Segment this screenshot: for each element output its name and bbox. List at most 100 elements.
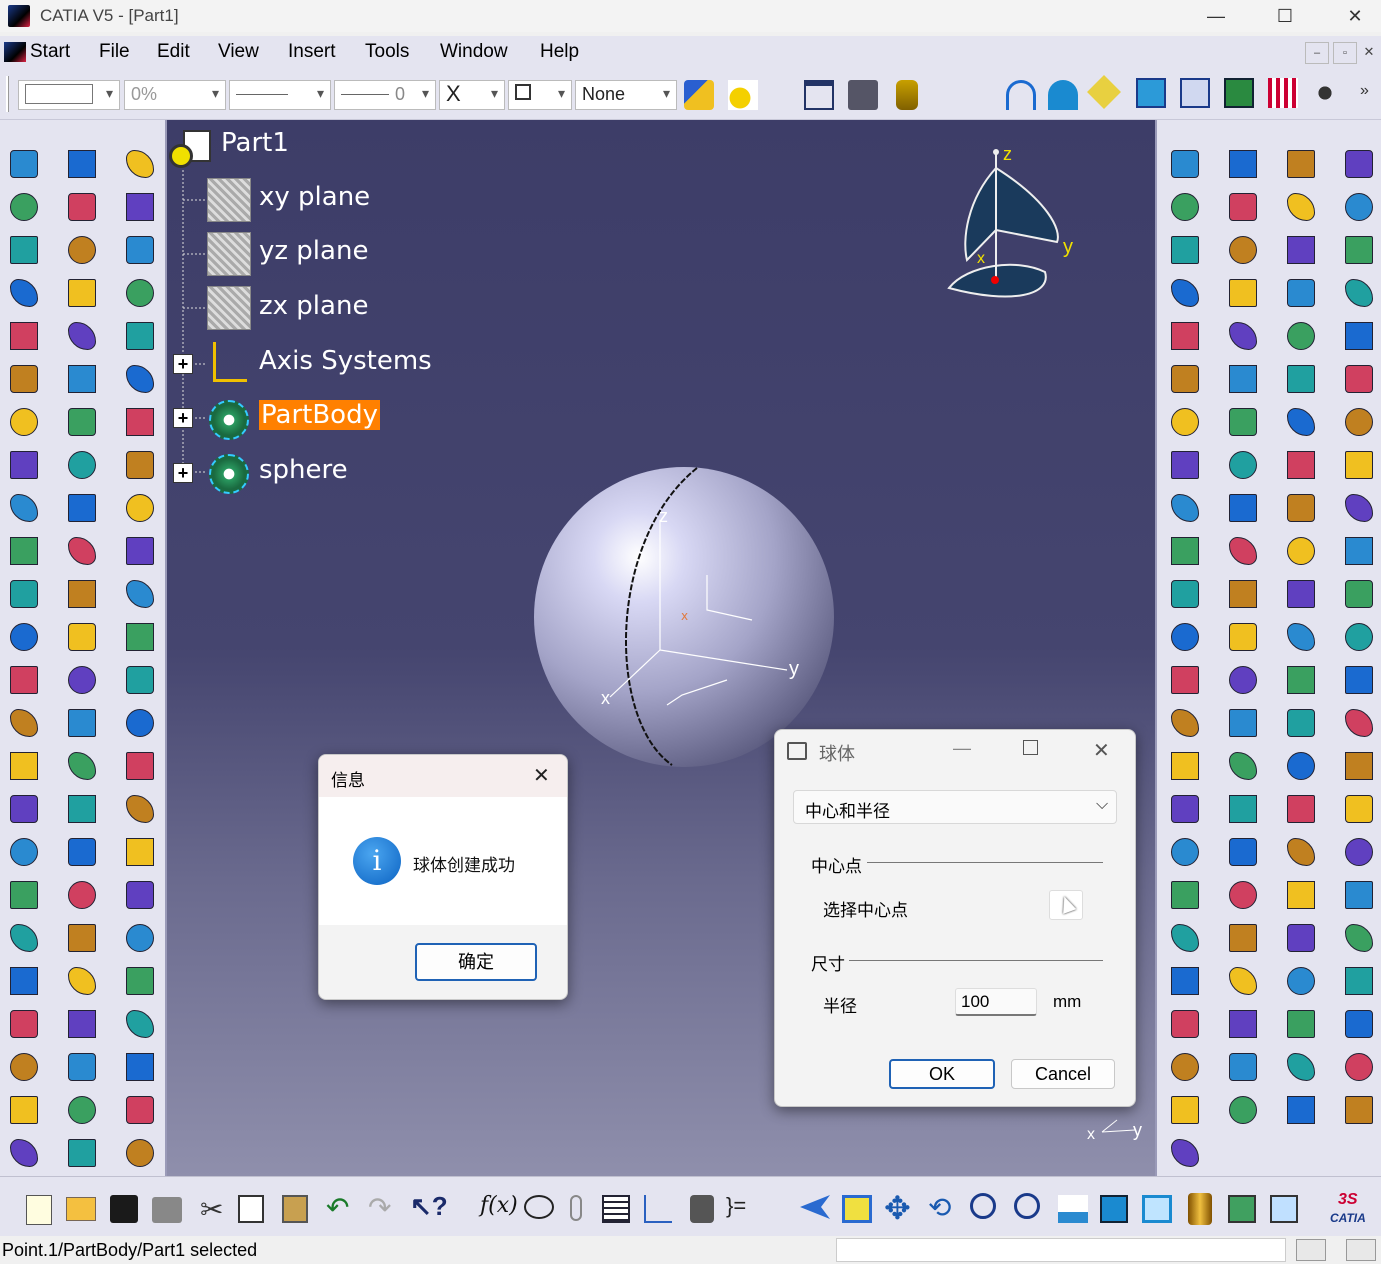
cut-icon[interactable]: ✂ — [200, 1193, 223, 1226]
left-tool-icon[interactable] — [10, 580, 38, 608]
menu-help[interactable]: Help — [540, 41, 579, 63]
menu-insert[interactable]: Insert — [288, 41, 336, 63]
right-tool-icon[interactable] — [1229, 623, 1257, 651]
right-tool-icon[interactable] — [1229, 1096, 1257, 1124]
swap-visible-icon[interactable] — [1270, 1195, 1298, 1223]
line-type-combo[interactable]: ▾ — [229, 80, 331, 110]
left-tool-icon[interactable] — [10, 322, 38, 350]
left-tool-icon[interactable] — [10, 279, 38, 307]
point-symbol-combo[interactable]: X ▾ — [439, 80, 505, 110]
left-tool-icon[interactable] — [126, 838, 154, 866]
left-tool-icon[interactable] — [10, 795, 38, 823]
painter-icon[interactable] — [684, 80, 714, 110]
table-icon[interactable] — [602, 1195, 630, 1223]
right-tool-icon[interactable] — [1345, 322, 1373, 350]
left-tool-icon[interactable] — [126, 408, 154, 436]
part-design-icon[interactable] — [1136, 78, 1166, 108]
fill-color-combo[interactable]: ▾ — [18, 80, 120, 110]
toolbar-overflow-chevron-icon[interactable]: » — [1360, 82, 1369, 100]
doc-minimize-button[interactable]: – — [1305, 42, 1329, 64]
right-tool-icon[interactable] — [1287, 623, 1315, 651]
right-tool-icon[interactable] — [1229, 408, 1257, 436]
right-tool-icon[interactable] — [1345, 451, 1373, 479]
menu-view[interactable]: View — [218, 41, 259, 63]
left-tool-icon[interactable] — [68, 322, 96, 350]
doc-restore-button[interactable]: ▫ — [1333, 42, 1357, 64]
left-tool-icon[interactable] — [68, 408, 96, 436]
whats-this-icon[interactable]: ↖? — [410, 1191, 448, 1222]
left-tool-icon[interactable] — [126, 150, 154, 178]
line-thickness-combo[interactable]: 0 ▾ — [334, 80, 436, 110]
right-tool-icon[interactable] — [1345, 1096, 1373, 1124]
paste-icon[interactable] — [282, 1195, 308, 1223]
right-tool-icon[interactable] — [1171, 451, 1199, 479]
status-camera-icon[interactable] — [1346, 1239, 1376, 1261]
expand-plus-icon[interactable]: + — [173, 354, 193, 374]
rules-icon[interactable]: }= — [726, 1193, 746, 1219]
right-tool-icon[interactable] — [1171, 494, 1199, 522]
right-tool-icon[interactable] — [1229, 709, 1257, 737]
left-tool-icon[interactable] — [10, 537, 38, 565]
left-tool-icon[interactable] — [68, 150, 96, 178]
left-tool-icon[interactable] — [126, 236, 154, 264]
new-file-icon[interactable] — [26, 1195, 52, 1225]
left-tool-icon[interactable] — [10, 967, 38, 995]
tree-item-yz-plane[interactable]: yz plane — [259, 236, 368, 266]
sphere-dialog-maximize-button[interactable] — [1023, 740, 1038, 755]
right-tool-icon[interactable] — [1287, 666, 1315, 694]
right-tool-icon[interactable] — [1345, 623, 1373, 651]
left-tool-icon[interactable] — [68, 1010, 96, 1038]
right-tool-icon[interactable] — [1345, 408, 1373, 436]
right-tool-icon[interactable] — [1171, 1096, 1199, 1124]
layer-combo[interactable]: None ▾ — [575, 80, 677, 110]
right-tool-icon[interactable] — [1345, 580, 1373, 608]
sphere-ok-button[interactable]: OK — [889, 1059, 995, 1089]
right-tool-icon[interactable] — [1345, 881, 1373, 909]
left-tool-icon[interactable] — [68, 365, 96, 393]
rotate-icon[interactable]: ⟲ — [928, 1191, 951, 1224]
left-tool-icon[interactable] — [10, 494, 38, 522]
right-tool-icon[interactable] — [1287, 795, 1315, 823]
left-tool-icon[interactable] — [68, 752, 96, 780]
left-tool-icon[interactable] — [126, 1096, 154, 1124]
right-tool-icon[interactable] — [1345, 666, 1373, 694]
doc-close-button[interactable]: ✕ — [1359, 42, 1379, 64]
right-tool-icon[interactable] — [1229, 881, 1257, 909]
right-tool-icon[interactable] — [1345, 537, 1373, 565]
left-tool-icon[interactable] — [126, 279, 154, 307]
right-tool-icon[interactable] — [1287, 881, 1315, 909]
right-tool-icon[interactable] — [1171, 236, 1199, 264]
right-tool-icon[interactable] — [1229, 537, 1257, 565]
right-tool-icon[interactable] — [1171, 881, 1199, 909]
right-tool-icon[interactable] — [1171, 666, 1199, 694]
right-tool-icon[interactable] — [1171, 408, 1199, 436]
iso-view-icon[interactable] — [1142, 1195, 1172, 1223]
right-tool-icon[interactable] — [1171, 150, 1199, 178]
right-tool-icon[interactable] — [1287, 494, 1315, 522]
left-tool-icon[interactable] — [10, 666, 38, 694]
left-tool-icon[interactable] — [126, 1053, 154, 1081]
mode-select[interactable]: 中心和半径 ⌵ — [793, 790, 1117, 824]
chain-icon[interactable] — [570, 1195, 582, 1221]
right-tool-icon[interactable] — [1229, 279, 1257, 307]
right-tool-icon[interactable] — [1171, 623, 1199, 651]
fit-all-icon[interactable] — [842, 1195, 872, 1223]
right-tool-icon[interactable] — [1287, 451, 1315, 479]
left-tool-icon[interactable] — [68, 537, 96, 565]
minimize-button[interactable]: — — [1193, 2, 1239, 30]
print-icon[interactable] — [152, 1197, 182, 1223]
tree-structure-icon[interactable] — [644, 1195, 672, 1223]
left-tool-icon[interactable] — [10, 709, 38, 737]
left-tool-icon[interactable] — [10, 451, 38, 479]
left-tool-icon[interactable] — [126, 322, 154, 350]
right-tool-icon[interactable] — [1171, 279, 1199, 307]
right-tool-icon[interactable] — [1345, 1010, 1373, 1038]
right-tool-icon[interactable] — [1345, 709, 1373, 737]
left-tool-icon[interactable] — [10, 752, 38, 780]
left-tool-icon[interactable] — [126, 967, 154, 995]
left-tool-icon[interactable] — [68, 795, 96, 823]
left-tool-icon[interactable] — [68, 881, 96, 909]
right-tool-icon[interactable] — [1171, 1010, 1199, 1038]
maximize-button[interactable]: ☐ — [1262, 2, 1308, 30]
right-tool-icon[interactable] — [1287, 322, 1315, 350]
